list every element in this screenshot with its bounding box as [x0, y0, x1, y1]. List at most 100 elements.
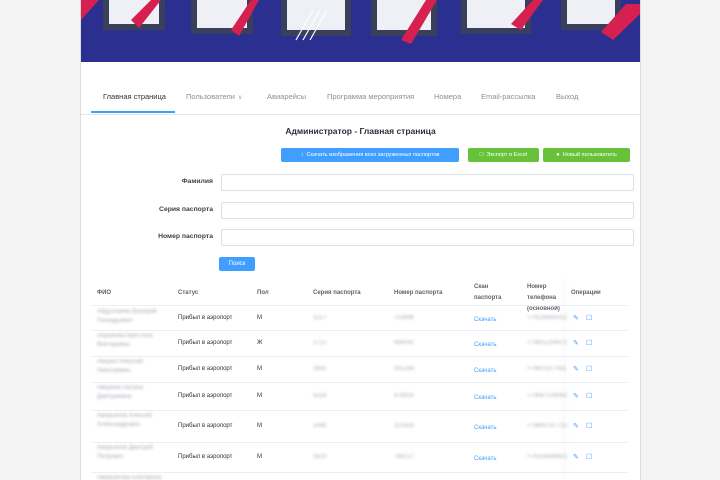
row-divider: [91, 410, 628, 411]
cell-fio: Аверьянов Алексей Александрович: [97, 413, 152, 428]
download-scan-link[interactable]: Скачать: [474, 456, 497, 462]
cell-passport-number: 978925: [394, 393, 415, 399]
new-user-button[interactable]: ● Новый пользователь: [543, 148, 630, 162]
cell-fio: Аверьянова Екатерина: [97, 475, 162, 480]
cell-phone: +79087139042: [527, 393, 568, 399]
cell-status: Прибыл в аэропорт: [178, 393, 233, 399]
cell-fio: Абдуллаева Валерий Геннадьевич: [97, 309, 157, 324]
cell-status: Прибыл в аэропорт: [178, 454, 233, 460]
column-header-status: Статус: [178, 290, 199, 296]
cell-passport-number: 788127: [394, 454, 415, 460]
delete-icon[interactable]: ☐: [586, 453, 592, 461]
cell-fio: Аверьянов Дмитрий Петрович: [97, 445, 154, 460]
column-header-series: Серия паспорта: [313, 290, 361, 296]
download-scan-link[interactable]: Скачать: [474, 395, 497, 401]
nav-item-users[interactable]: Пользователи ∨: [186, 92, 242, 101]
cell-status: Прибыл в аэропорт: [178, 340, 233, 346]
delete-icon[interactable]: ☐: [586, 365, 592, 373]
export-excel-button[interactable]: □ Экспорт в Excel: [468, 148, 539, 162]
download-scan-link[interactable]: Скачать: [474, 368, 497, 374]
delete-icon[interactable]: ☐: [586, 339, 592, 347]
active-tab-indicator: [91, 111, 175, 113]
cell-sex: М: [257, 454, 262, 460]
delete-icon[interactable]: ☐: [586, 314, 592, 322]
cell-passport-series: 0823: [313, 454, 327, 460]
nav-item-label: Программа мероприятия: [327, 92, 415, 101]
table-header-divider: [91, 305, 628, 306]
cell-status: Прибыл в аэропорт: [178, 366, 233, 372]
cell-sex: М: [257, 315, 262, 321]
cell-phone: +79823377611: [527, 366, 567, 372]
row-divider: [91, 382, 628, 383]
column-header-scan: Скан паспорта: [474, 284, 502, 301]
nav-item-label: Главная страница: [103, 92, 166, 101]
cell-phone: +79136840012: [527, 315, 568, 321]
nav-item-label: Выход: [556, 92, 579, 101]
cell-status: Прибыл в аэропорт: [178, 315, 233, 321]
cell-passport-number: 669042: [394, 340, 415, 346]
search-button[interactable]: Поиск: [219, 257, 255, 271]
surname-label: Фамилия: [181, 178, 213, 185]
cell-sex: М: [257, 366, 262, 372]
nav-item-flights[interactable]: Авиарейсы: [267, 92, 306, 101]
export-excel-label: Экспорт в Excel: [486, 152, 528, 158]
passport-number-input[interactable]: [221, 229, 634, 246]
new-user-label: Новый пользователь: [562, 152, 617, 158]
nav-item-label: Номера: [434, 92, 462, 101]
column-header-sex: Пол: [257, 290, 269, 296]
download-passports-button[interactable]: ↓ Скачать изображения всех загруженных па…: [281, 148, 459, 162]
nav-item-home[interactable]: Главная страница: [103, 92, 166, 101]
passport-series-label: Серия паспорта: [159, 206, 213, 213]
download-passports-label: Скачать изображения всех загруженных пас…: [306, 152, 440, 158]
banner-graphic: [81, 0, 640, 62]
cell-phone: +79156648821: [527, 454, 568, 460]
page-title: Администратор - Главная страница: [285, 126, 436, 136]
cell-sex: М: [257, 423, 262, 429]
download-scan-link[interactable]: Скачать: [474, 425, 497, 431]
nav-item-label: Email-рассылка: [481, 92, 536, 101]
nav-item-email[interactable]: Email-рассылка: [481, 92, 535, 101]
fixed-column-shadow: [567, 280, 568, 480]
edit-icon[interactable]: ✎: [573, 365, 579, 373]
passport-series-input[interactable]: [221, 202, 634, 219]
nav-item-rooms[interactable]: Номера: [434, 92, 461, 101]
surname-input[interactable]: [221, 174, 634, 191]
column-header-operations: Операции: [571, 290, 601, 296]
nav-item-logout[interactable]: Выход: [556, 92, 578, 101]
nav-item-label: Авиарейсы: [267, 92, 307, 101]
column-header-phone: Номер телефона (основной): [527, 284, 560, 312]
cell-sex: М: [257, 393, 262, 399]
row-divider: [91, 356, 628, 357]
column-header-fio: ФИО: [97, 290, 112, 296]
row-divider: [91, 330, 628, 331]
cell-passport-series: 3346: [313, 423, 327, 429]
cell-passport-number: 321429: [394, 423, 415, 429]
cell-status: Прибыл в аэропорт: [178, 423, 233, 429]
cell-fio: Аверин Николай Николаевич: [97, 359, 143, 374]
cell-passport-series: 3905: [313, 366, 327, 372]
cell-passport-series: 3217: [313, 315, 327, 321]
cell-phone: +79863787715: [527, 423, 568, 429]
header-banner: [81, 0, 640, 62]
cell-fio: Абрамова Кристина Викторовна: [97, 333, 153, 348]
download-scan-link[interactable]: Скачать: [474, 317, 497, 323]
page: Главная страница Пользователи ∨ Авиарейсы…: [80, 0, 641, 480]
column-header-number: Номер паспорта: [394, 290, 443, 296]
row-divider: [91, 472, 628, 473]
edit-icon[interactable]: ✎: [573, 392, 579, 400]
delete-icon[interactable]: ☐: [586, 422, 592, 430]
edit-icon[interactable]: ✎: [573, 339, 579, 347]
delete-icon[interactable]: ☐: [586, 392, 592, 400]
edit-icon[interactable]: ✎: [573, 422, 579, 430]
cell-phone: +79851204471: [527, 340, 568, 346]
download-scan-link[interactable]: Скачать: [474, 342, 497, 348]
edit-icon[interactable]: ✎: [573, 453, 579, 461]
edit-icon[interactable]: ✎: [573, 314, 579, 322]
cell-fio: Аверина Оксана Дмитриевна: [97, 385, 143, 400]
cell-passport-number: 931286: [394, 366, 415, 372]
row-divider: [91, 442, 628, 443]
cell-passport-series: 1712: [313, 340, 327, 346]
document-icon: □: [479, 152, 484, 158]
nav-item-program[interactable]: Программа мероприятия: [327, 92, 414, 101]
chevron-down-icon: ∨: [237, 95, 243, 101]
